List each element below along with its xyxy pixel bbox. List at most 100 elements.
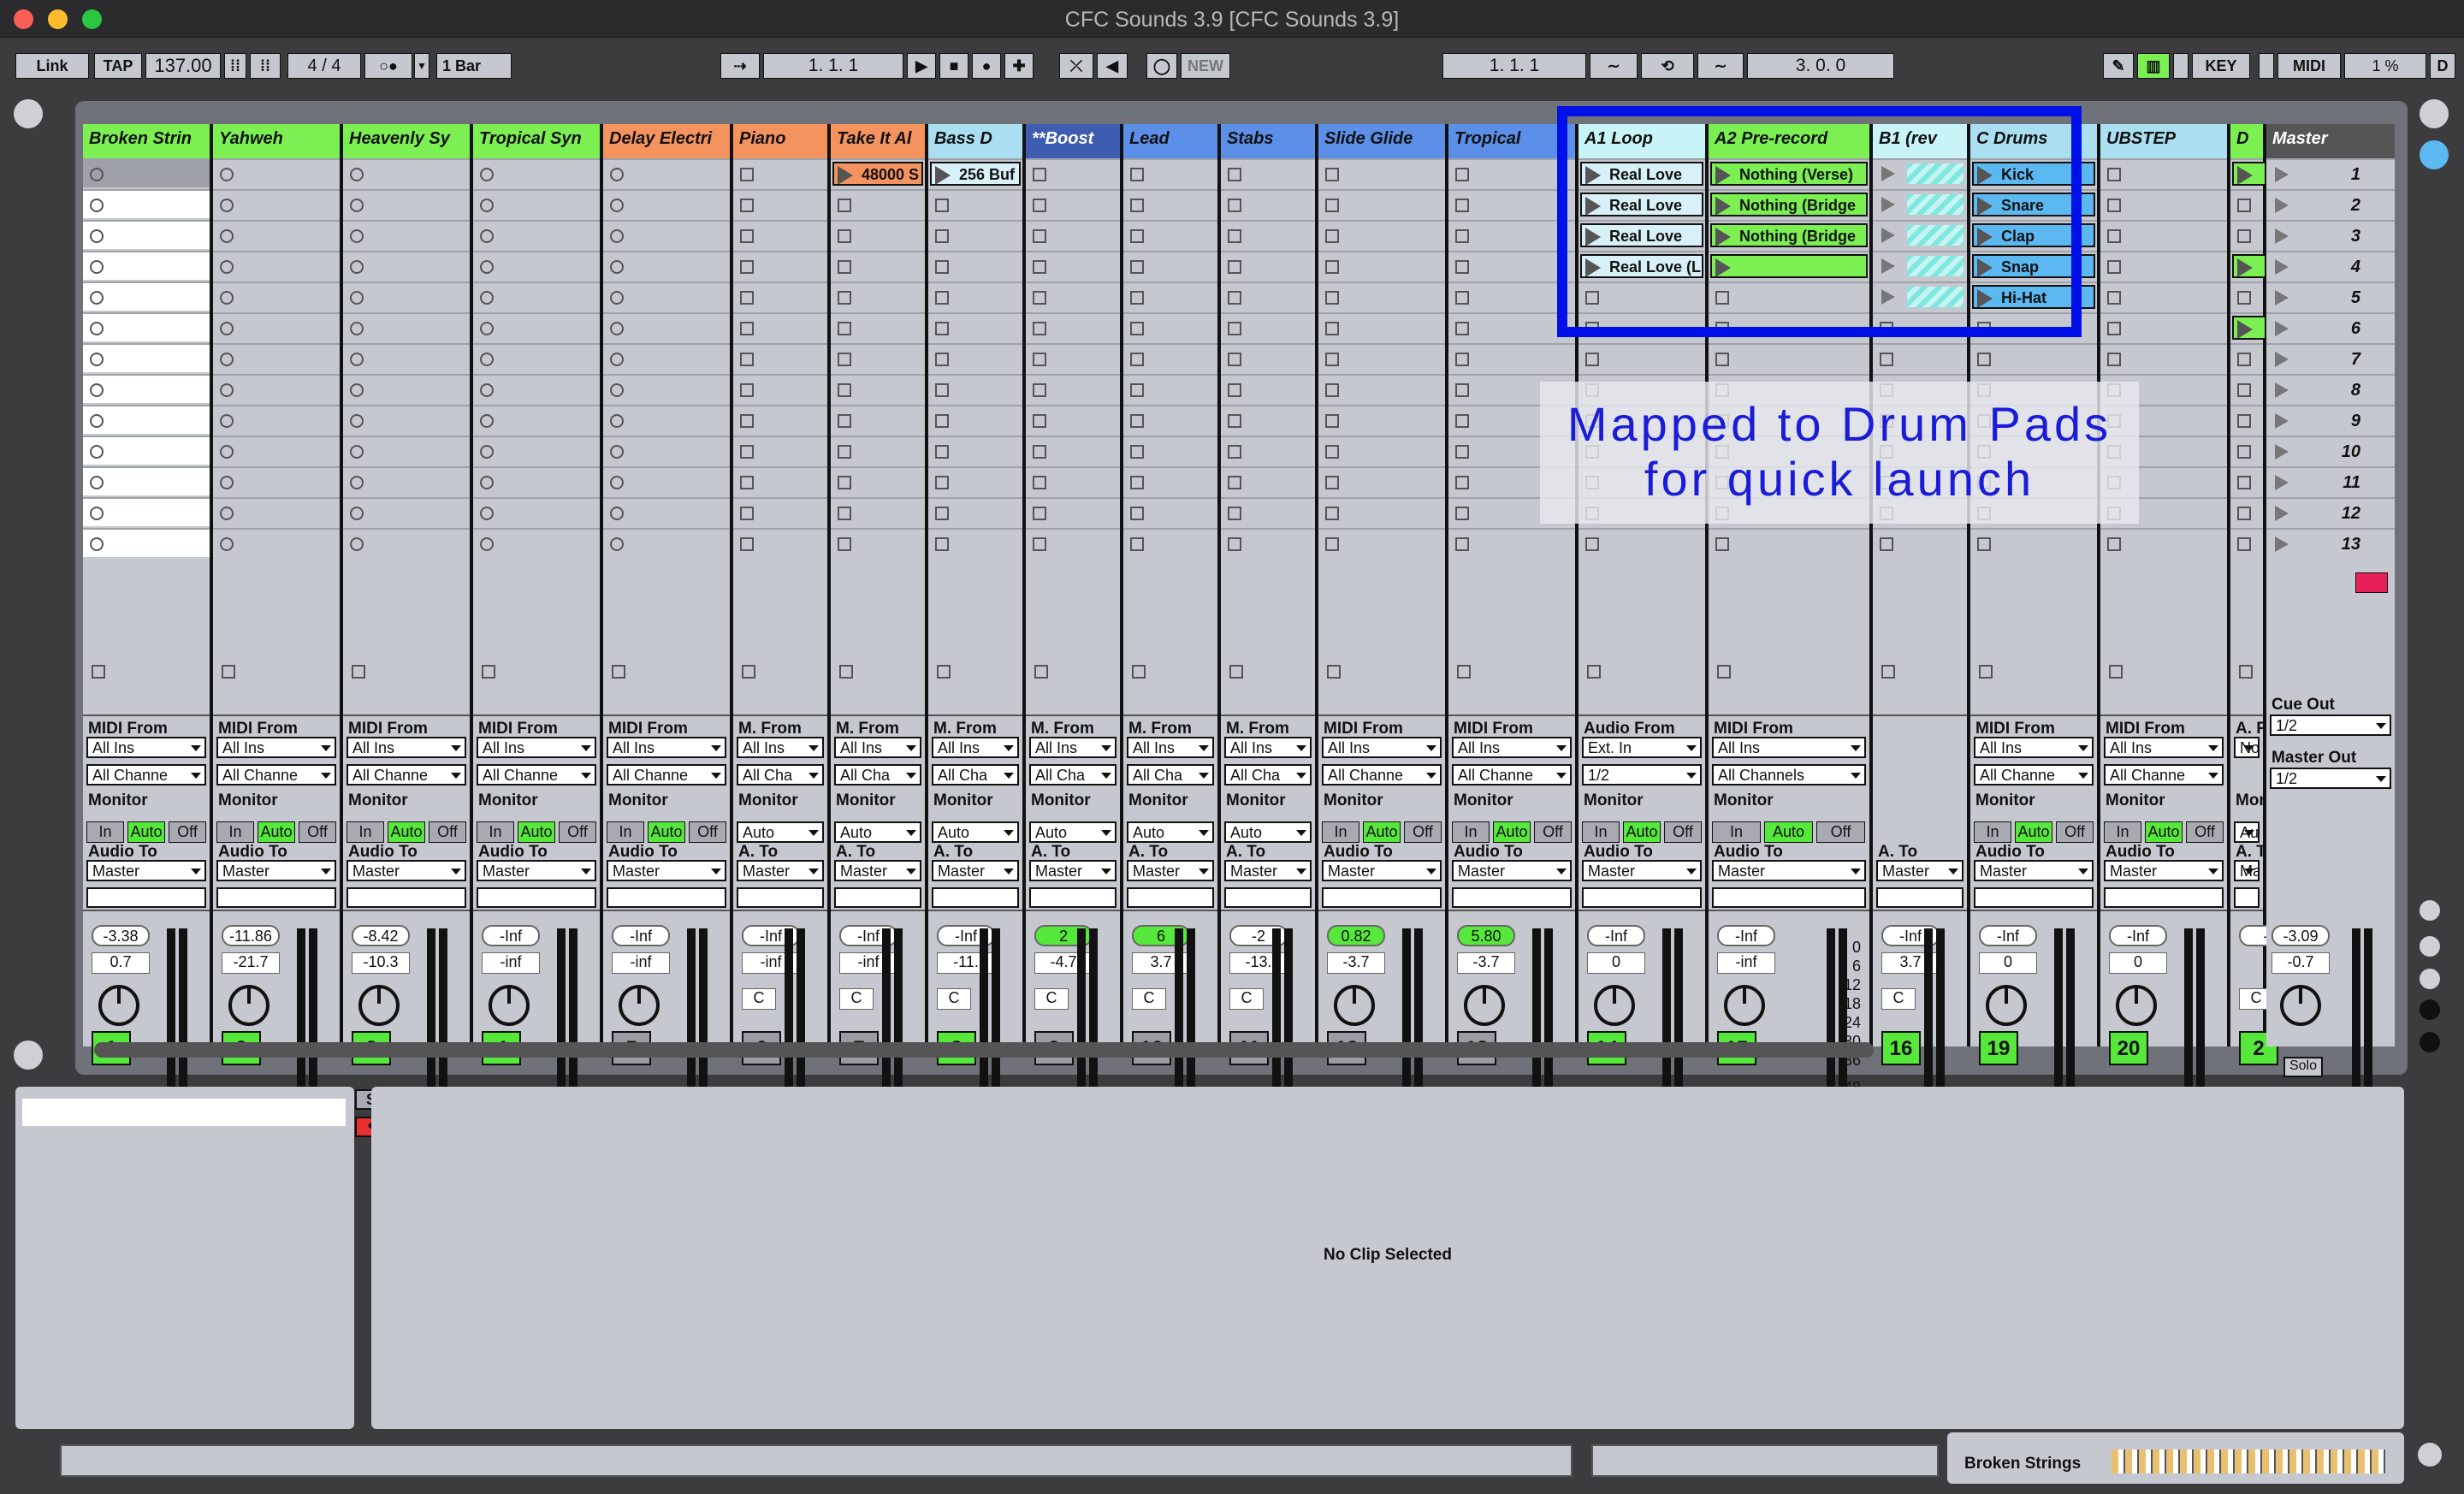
stop-button-icon[interactable] (1130, 291, 1144, 305)
stop-button-icon[interactable] (350, 537, 364, 551)
clip-slot[interactable] (473, 189, 600, 218)
link-button[interactable]: Link (15, 53, 89, 79)
output-type-dropdown[interactable]: Master (1224, 860, 1312, 881)
clip-slot[interactable] (2230, 405, 2263, 434)
clip-slot[interactable] (733, 405, 827, 434)
pan-field[interactable]: -3.7 (1327, 952, 1385, 974)
stop-button-icon[interactable] (1130, 229, 1144, 243)
stop-button-icon[interactable] (480, 445, 494, 459)
stop-button-icon[interactable] (1033, 507, 1046, 520)
output-channel-field[interactable] (1974, 887, 2094, 908)
output-channel-field[interactable] (346, 887, 466, 908)
clip-slot[interactable] (1448, 282, 1575, 311)
clip-slot[interactable] (733, 466, 827, 495)
stop-button-icon[interactable] (2237, 229, 2251, 243)
clip-launch-icon[interactable] (2237, 320, 2253, 338)
stop-button-icon[interactable] (1228, 353, 1241, 366)
input-type-dropdown[interactable]: Ext. In (1582, 737, 1702, 758)
stop-button-icon[interactable] (2107, 353, 2121, 366)
pan-field[interactable]: 0 (1979, 952, 2037, 974)
stop-button-icon[interactable] (838, 414, 851, 428)
clip-slot[interactable] (1318, 220, 1445, 249)
input-type-dropdown[interactable]: All Ins (2104, 737, 2224, 758)
stop-button-icon[interactable] (350, 260, 364, 274)
stop-button-icon[interactable] (2107, 199, 2121, 212)
monitor-off-button[interactable]: Off (1404, 821, 1442, 843)
input-channel-dropdown[interactable]: All Channe (1322, 764, 1442, 786)
track-stop-icon[interactable] (1229, 665, 1243, 679)
pan-field[interactable]: -21.7 (222, 952, 280, 974)
clip-slot[interactable] (831, 189, 925, 218)
scroll-right-icon[interactable] (2418, 1443, 2442, 1467)
clip-slot[interactable] (473, 436, 600, 465)
clip-slot[interactable] (1123, 436, 1217, 465)
stop-button-icon[interactable] (2237, 537, 2251, 551)
monitor-off-button[interactable]: Off (689, 821, 726, 843)
stop-button-icon[interactable] (1130, 383, 1144, 397)
output-type-dropdown[interactable]: Master (2104, 860, 2224, 881)
clip-slot[interactable] (928, 251, 1022, 280)
stop-button-icon[interactable] (1228, 322, 1241, 335)
monitor-dropdown[interactable]: Auto (932, 821, 1019, 843)
sends-toggle-icon[interactable] (2420, 936, 2440, 957)
clip-slot[interactable] (2100, 189, 2227, 218)
output-channel-field[interactable] (2104, 887, 2224, 908)
clip-slot[interactable]: 48000 S (831, 158, 925, 187)
stop-button-icon[interactable] (610, 168, 624, 181)
clip-slot[interactable] (2230, 343, 2263, 372)
output-type-dropdown[interactable]: Master (834, 860, 921, 881)
loop-length-field[interactable]: 3. 0. 0 (1747, 53, 1894, 79)
track-stop-icon[interactable] (1717, 665, 1731, 679)
scene-launch[interactable]: 11 (2266, 466, 2395, 495)
stop-button-icon[interactable] (1033, 322, 1046, 335)
stop-button-icon[interactable] (1455, 414, 1469, 428)
clip-slot[interactable] (1318, 466, 1445, 495)
clip-slot[interactable] (1318, 158, 1445, 187)
scene-launch-icon[interactable] (2275, 475, 2289, 490)
clip-slot[interactable] (213, 497, 340, 526)
stop-button-icon[interactable] (838, 260, 851, 274)
stop-button-icon[interactable] (480, 168, 494, 181)
pan-field[interactable]: 0.7 (92, 952, 150, 974)
monitor-in-button[interactable]: In (1322, 821, 1359, 843)
clip-slot[interactable] (213, 189, 340, 218)
clip-slot[interactable] (473, 251, 600, 280)
pan-field[interactable]: -3.7 (1457, 952, 1515, 974)
stop-button-icon[interactable] (90, 476, 104, 489)
input-channel-dropdown[interactable]: 1/2 (1582, 764, 1702, 786)
clip-slot[interactable] (928, 220, 1022, 249)
tap-button[interactable]: TAP (94, 53, 142, 79)
stop-button-icon[interactable] (935, 199, 949, 212)
metronome-icon[interactable]: ○● (364, 53, 412, 79)
clip-slot[interactable] (473, 405, 600, 434)
clip-slot[interactable] (603, 436, 730, 465)
output-channel-field[interactable] (607, 887, 726, 908)
clip-slot[interactable] (2100, 158, 2227, 187)
stop-button-icon[interactable] (1033, 445, 1046, 459)
track-stop-icon[interactable] (742, 665, 755, 679)
clip-slot[interactable] (83, 158, 210, 187)
clip-slot[interactable] (1873, 343, 1967, 372)
stop-button-icon[interactable] (90, 168, 104, 181)
output-type-dropdown[interactable]: Master (1876, 860, 1964, 881)
output-channel-field[interactable] (737, 887, 824, 908)
clip-slot[interactable] (603, 497, 730, 526)
stop-button-icon[interactable] (2237, 476, 2251, 489)
stop-button-icon[interactable] (1228, 291, 1241, 305)
clip-slot[interactable] (213, 405, 340, 434)
stop-button-icon[interactable] (2237, 199, 2251, 212)
stop-button-icon[interactable] (610, 229, 624, 243)
output-type-dropdown[interactable]: Master (1974, 860, 2094, 881)
nudge-up-icon[interactable]: ⁞⁞ (250, 53, 281, 79)
scene-launch-icon[interactable] (2275, 537, 2289, 552)
monitor-auto-button[interactable]: Auto (2015, 821, 2052, 843)
scene-launch-icon[interactable] (2275, 352, 2289, 367)
monitor-dropdown[interactable]: Auto (1029, 821, 1116, 843)
clip-slot[interactable] (1026, 251, 1120, 280)
pan-field[interactable]: 0 (2109, 952, 2167, 974)
clip-slot[interactable] (1318, 282, 1445, 311)
clip-slot[interactable] (2230, 220, 2263, 249)
monitor-in-button[interactable]: In (216, 821, 254, 843)
clip-slot[interactable] (213, 282, 340, 311)
monitor-off-button[interactable]: Off (169, 821, 206, 843)
